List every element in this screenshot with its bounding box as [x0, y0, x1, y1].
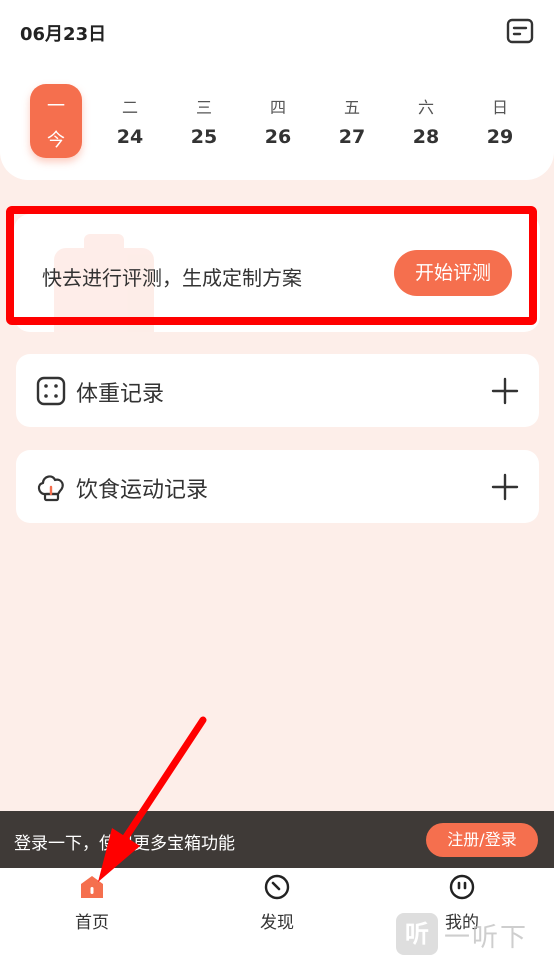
- tab-label: 发现: [260, 913, 294, 933]
- date-label: 25: [190, 126, 218, 148]
- record-label: 饮食运动记录: [76, 478, 209, 503]
- date-label: 28: [412, 126, 440, 148]
- day-wed[interactable]: 三 25: [178, 84, 230, 158]
- weekday-label: 三: [195, 98, 212, 117]
- tab-home[interactable]: 首页: [32, 874, 152, 944]
- date-label: 29: [486, 126, 514, 148]
- login-prompt-text: 登录一下，使用更多宝箱功能: [14, 834, 235, 854]
- day-sun[interactable]: 日 29: [474, 84, 526, 158]
- weekday-label: 五: [343, 98, 360, 117]
- home-icon: [81, 876, 103, 898]
- day-thu[interactable]: 四 26: [252, 84, 304, 158]
- compass-icon: [264, 874, 290, 900]
- watermark: 听 一听下载: [396, 913, 554, 955]
- weekday-label: 四: [269, 98, 286, 117]
- day-sat[interactable]: 六 28: [400, 84, 452, 158]
- register-login-button[interactable]: 注册/登录: [426, 823, 538, 857]
- add-diet-exercise-button[interactable]: [490, 472, 520, 502]
- weekday-label: 日: [491, 98, 508, 117]
- date-label: 26: [264, 126, 292, 148]
- watermark-text: 一听下载: [444, 923, 529, 953]
- weekday-label: 一: [47, 96, 65, 117]
- date-label: 24: [116, 126, 144, 148]
- day-tue[interactable]: 二 24: [104, 84, 156, 158]
- chef-hat-icon: [37, 475, 64, 502]
- login-prompt-bar: 登录一下，使用更多宝箱功能 注册/登录: [0, 811, 554, 868]
- date-label: 今: [47, 130, 65, 151]
- record-label: 体重记录: [76, 382, 165, 407]
- date-label: 27: [338, 126, 366, 148]
- scale-icon: [36, 376, 66, 406]
- annotation-highlight-box: [6, 206, 537, 325]
- watermark-logo: 听: [396, 913, 438, 955]
- add-weight-button[interactable]: [490, 376, 520, 406]
- diet-exercise-record-card[interactable]: 饮食运动记录: [16, 450, 539, 523]
- tab-discover[interactable]: 发现: [217, 874, 337, 944]
- header-card: 06月23日 一 今 二 24 三 25 四 26 五 27 六 28 日 29: [0, 0, 554, 180]
- week-strip: 一 今 二 24 三 25 四 26 五 27 六 28 日 29: [22, 84, 542, 160]
- weekday-label: 二: [121, 98, 138, 117]
- calendar-icon[interactable]: [506, 18, 534, 44]
- weight-record-card[interactable]: 体重记录: [16, 354, 539, 427]
- current-date: 06月23日: [20, 24, 107, 45]
- face-icon: [449, 874, 475, 900]
- day-mon[interactable]: 一 今: [30, 84, 82, 158]
- day-fri[interactable]: 五 27: [326, 84, 378, 158]
- tab-label: 首页: [75, 913, 109, 933]
- weekday-label: 六: [417, 98, 434, 117]
